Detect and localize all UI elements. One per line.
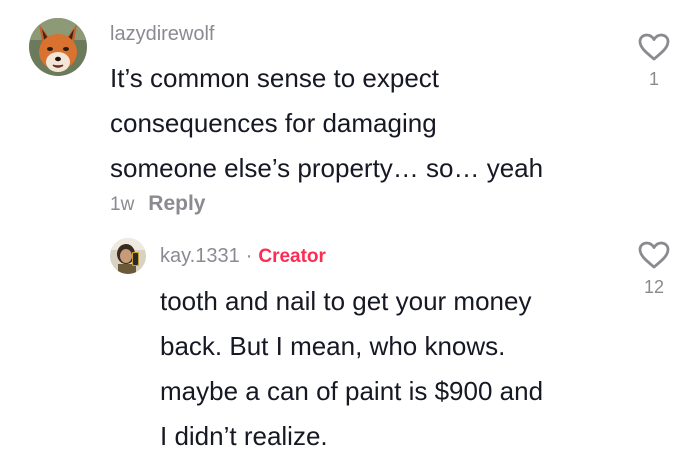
heart-outline-icon: [638, 241, 670, 269]
comment-text: tooth and nail to get your money back. B…: [160, 279, 543, 459]
separator-dot: ·: [245, 245, 253, 267]
comment-timestamp: 1w: [110, 194, 135, 215]
comment-text-line: consequences for damaging: [110, 108, 437, 138]
reply-username-row: kay.1331 · Creator: [160, 244, 326, 269]
comment-text-line: It’s common sense to expect: [110, 63, 440, 93]
like-button[interactable]: 12: [634, 240, 674, 298]
comment-meta: 1w Reply: [110, 192, 205, 218]
selfie-avatar-image: [110, 238, 146, 274]
comment-text: It’s common sense to expect consequences…: [110, 56, 543, 191]
like-count: 12: [643, 277, 665, 297]
comment-text-line: I didn’t realize.: [160, 421, 328, 451]
heart-outline-icon: [638, 33, 670, 61]
comment-username[interactable]: kay.1331: [160, 245, 240, 267]
fox-avatar-image: [29, 18, 87, 76]
creator-badge: Creator: [258, 246, 326, 267]
fox-avatar[interactable]: [29, 18, 87, 76]
like-count: 1: [648, 69, 659, 89]
comment-text-line: back. But I mean, who knows.: [160, 331, 506, 361]
comment-username[interactable]: lazydirewolf: [110, 22, 214, 46]
like-button[interactable]: 1: [634, 32, 674, 90]
comment-text-line: maybe a can of paint is $900 and: [160, 376, 544, 406]
comment-text-line: tooth and nail to get your money: [160, 286, 532, 316]
comment-text-line: someone else’s property… so… yeah: [110, 153, 544, 183]
selfie-avatar[interactable]: [110, 238, 146, 274]
reply-button[interactable]: Reply: [148, 192, 205, 215]
